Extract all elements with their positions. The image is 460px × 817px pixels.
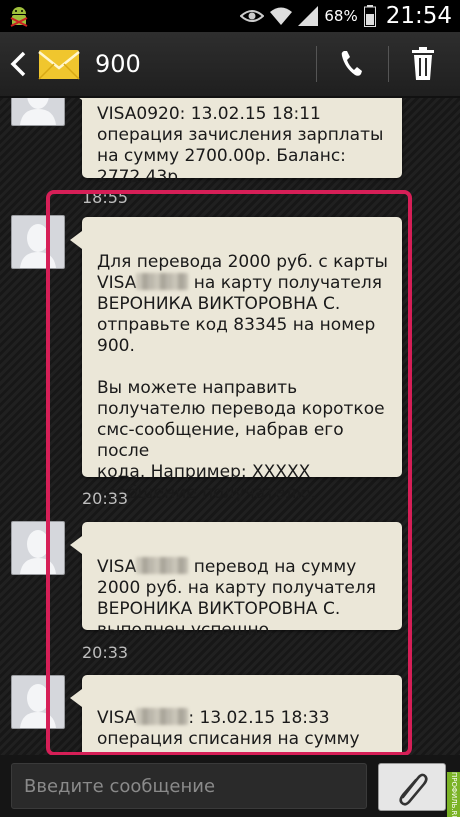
status-bar: 68% 21:54 [0, 0, 460, 32]
message-text: VISA0920: 13.02.15 18:11 операция зачисл… [97, 104, 384, 187]
conversation-header: 900 [0, 32, 460, 98]
clock: 21:54 [385, 3, 452, 29]
paperclip-icon [399, 773, 428, 806]
trash-icon [412, 47, 434, 80]
wifi-icon [270, 7, 293, 25]
battery-percent: 68% [324, 7, 358, 25]
battery-icon [363, 5, 376, 27]
android-debug-icon [10, 7, 28, 27]
contact-name: 900 [95, 50, 141, 78]
attach-button[interactable] [378, 763, 446, 811]
call-button[interactable] [324, 42, 378, 86]
phone-icon [341, 51, 362, 76]
site-watermark: ПРОФИЛЬ.RU [447, 772, 460, 817]
back-arrow-icon[interactable] [8, 50, 28, 78]
eye-icon [240, 10, 265, 22]
delete-button[interactable] [396, 42, 450, 86]
header-divider [388, 46, 389, 82]
composer-bar [0, 755, 460, 817]
message-input[interactable] [11, 763, 367, 809]
signal-icon [298, 6, 319, 26]
envelope-icon [38, 50, 80, 80]
highlight-frame [46, 190, 412, 756]
header-divider [316, 46, 317, 82]
